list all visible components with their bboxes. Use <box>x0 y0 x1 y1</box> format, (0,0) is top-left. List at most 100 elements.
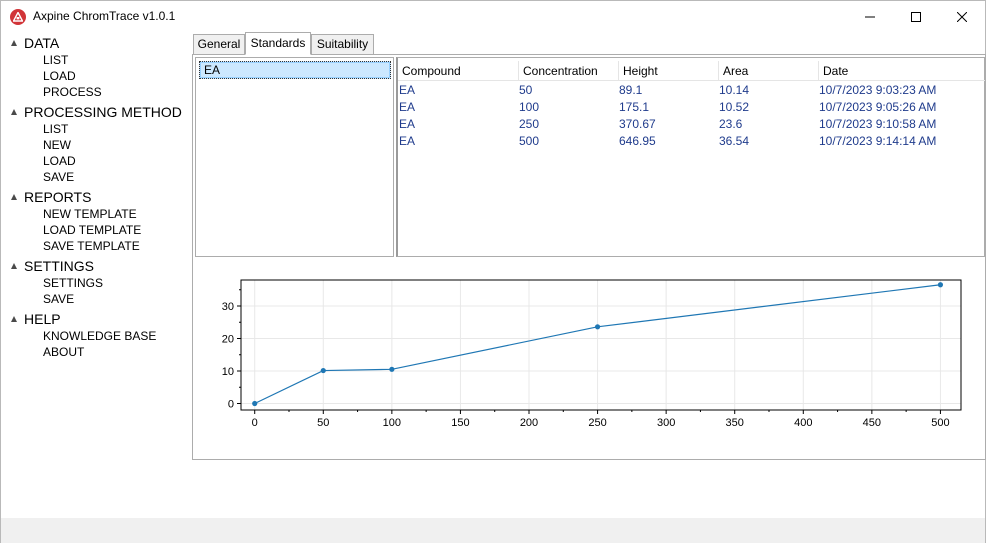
y-tick-label: 10 <box>222 366 234 378</box>
tab-general[interactable]: General <box>193 34 245 55</box>
x-tick-label: 50 <box>317 417 329 429</box>
minimize-button[interactable] <box>847 1 893 33</box>
tree-item-list[interactable]: LIST <box>43 122 68 136</box>
status-bar <box>1 518 985 543</box>
cell-concentration: 50 <box>519 83 533 97</box>
x-tick-label: 250 <box>588 417 606 429</box>
x-tick-label: 500 <box>931 417 949 429</box>
tab-suitability-label: Suitability <box>316 37 369 51</box>
tab-suitability[interactable]: Suitability <box>311 34 374 55</box>
cell-height: 370.67 <box>619 117 656 131</box>
maximize-button[interactable] <box>893 1 939 33</box>
title-bar[interactable]: Axpine ChromTrace v1.0.1 <box>1 1 985 33</box>
tree-node-label: HELP <box>24 311 61 327</box>
cell-area: 10.52 <box>719 100 750 114</box>
y-tick-label: 20 <box>222 334 234 346</box>
standards-panel: EA Compound Concentration Height Area Da… <box>192 54 986 460</box>
tree-item-load[interactable]: LOAD <box>43 154 76 168</box>
x-tick-label: 400 <box>794 417 812 429</box>
tree-item-about[interactable]: ABOUT <box>43 345 84 359</box>
cell-date: 10/7/2023 9:10:58 AM <box>819 117 937 131</box>
x-tick-label: 0 <box>252 417 258 429</box>
tree-node-label: SETTINGS <box>24 258 95 274</box>
tree-node-label: PROCESSING METHOD <box>24 104 182 120</box>
column-header-label: Concentration <box>523 64 598 78</box>
expand-arrow-icon[interactable] <box>11 316 17 322</box>
tree-item-load-template[interactable]: LOAD TEMPLATE <box>43 223 141 237</box>
expand-arrow-icon[interactable] <box>11 40 17 46</box>
tab-general-label: General <box>197 37 241 51</box>
tree-item-save-template[interactable]: SAVE TEMPLATE <box>43 239 140 253</box>
tree-item-save[interactable]: SAVE <box>43 170 74 184</box>
tree-node-label: REPORTS <box>24 189 92 205</box>
tree-item-new[interactable]: NEW <box>43 138 71 152</box>
list-item-label: EA <box>204 63 221 77</box>
tab-standards-label: Standards <box>250 36 306 50</box>
tree-item-settings[interactable]: SETTINGS <box>43 276 103 290</box>
list-item-selection <box>200 62 390 78</box>
cell-compound: EA <box>399 117 416 131</box>
table-row[interactable]: EA 250 370.67 23.6 10/7/2023 9:10:58 AM <box>398 116 985 133</box>
x-tick-label: 150 <box>451 417 469 429</box>
table-header: Compound Concentration Height Area Date <box>398 61 985 81</box>
close-icon <box>957 12 967 22</box>
column-header-concentration[interactable]: Concentration <box>519 61 619 81</box>
cell-area: 23.6 <box>719 117 743 131</box>
compound-list[interactable]: EA <box>195 57 394 257</box>
table-row[interactable]: EA 100 175.1 10.52 10/7/2023 9:05:26 AM <box>398 99 985 116</box>
close-button[interactable] <box>939 1 985 33</box>
calibration-chart: 0 50 100 150 200 250 300 350 400 450 500 0 10 20 30 <box>222 279 962 429</box>
cell-area: 10.14 <box>719 83 750 97</box>
data-point <box>389 366 395 372</box>
cell-concentration: 500 <box>519 134 540 148</box>
x-tick-label: 300 <box>657 417 675 429</box>
x-tick-label: 450 <box>863 417 881 429</box>
cell-concentration: 100 <box>519 100 540 114</box>
list-item[interactable]: EA <box>199 61 391 79</box>
table-row[interactable]: EA 500 646.95 36.54 10/7/2023 9:14:14 AM <box>398 133 985 150</box>
plot-frame <box>240 279 962 411</box>
window-title: Axpine ChromTrace v1.0.1 <box>33 9 176 23</box>
app-window: Axpine ChromTrace v1.0.1 DATA LIST LOAD PRO… <box>0 0 986 543</box>
x-tick-label: 350 <box>726 417 744 429</box>
tree-item-process[interactable]: PROCESS <box>43 85 102 99</box>
cell-date: 10/7/2023 9:05:26 AM <box>819 100 937 114</box>
cell-compound: EA <box>399 100 416 114</box>
column-header-height[interactable]: Height <box>619 61 719 81</box>
x-tick-label: 200 <box>520 417 538 429</box>
data-point <box>937 282 944 288</box>
column-header-date[interactable]: Date <box>819 61 985 81</box>
tab-standards[interactable]: Standards <box>245 32 311 55</box>
column-header-label: Compound <box>402 64 461 78</box>
tree-node-label: DATA <box>24 35 60 51</box>
column-header-compound[interactable]: Compound <box>398 61 519 81</box>
cell-area: 36.54 <box>719 134 750 148</box>
maximize-icon <box>911 12 921 22</box>
expand-arrow-icon[interactable] <box>11 109 17 115</box>
tree-item-load[interactable]: LOAD <box>43 69 76 83</box>
tree-item-knowledge-base[interactable]: KNOWLEDGE BASE <box>43 329 156 343</box>
column-header-area[interactable]: Area <box>719 61 819 81</box>
cell-compound: EA <box>399 83 416 97</box>
tree-item-save[interactable]: SAVE <box>43 292 74 306</box>
column-header-label: Date <box>823 64 849 78</box>
tree-item-list[interactable]: LIST <box>43 53 68 67</box>
cell-date: 10/7/2023 9:03:23 AM <box>819 83 937 97</box>
cell-height: 175.1 <box>619 100 650 114</box>
y-tick-label: 0 <box>228 399 234 411</box>
navigation-tree: DATA LIST LOAD PROCESS PROCESSING METHOD LIST… <box>1 35 191 475</box>
minimize-icon <box>865 16 875 18</box>
expand-arrow-icon[interactable] <box>11 194 17 200</box>
column-header-label: Area <box>723 64 749 78</box>
column-header-label: Height <box>623 64 658 78</box>
expand-arrow-icon[interactable] <box>11 263 17 269</box>
cell-height: 646.95 <box>619 134 656 148</box>
data-point <box>320 367 326 374</box>
cell-height: 89.1 <box>619 83 643 97</box>
tree-item-new-template[interactable]: NEW TEMPLATE <box>43 207 137 221</box>
y-tick-label: 30 <box>222 301 234 313</box>
x-tick-label: 100 <box>383 417 401 429</box>
table-row[interactable]: EA 50 89.1 10.14 10/7/2023 9:03:23 AM <box>398 82 985 99</box>
cell-compound: EA <box>399 134 416 148</box>
standards-table[interactable]: Compound Concentration Height Area Date … <box>396 57 985 257</box>
